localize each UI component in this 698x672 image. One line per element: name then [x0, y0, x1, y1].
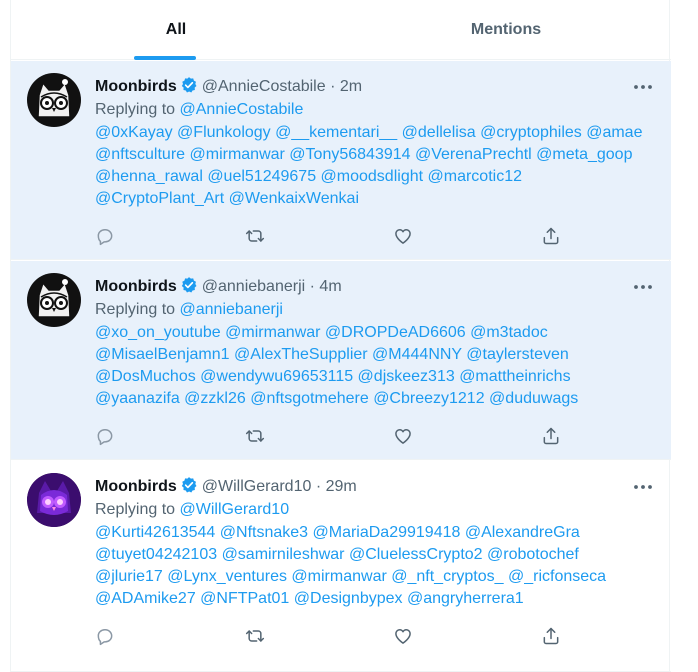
mention-line[interactable]: @xo_on_youtube @mirmanwar @DROPDeAD6606 … — [95, 322, 655, 344]
replying-to-link[interactable]: @AnnieCostabile — [180, 101, 304, 118]
avatar[interactable] — [27, 273, 81, 327]
more-options-icon[interactable] — [631, 477, 655, 497]
mention-line[interactable]: @henna_rawal @uel51249675 @moodsdlight @… — [95, 166, 655, 188]
user-handle[interactable]: @AnnieCostabile — [202, 78, 326, 95]
avatar[interactable] — [27, 473, 81, 527]
tweet-actions — [95, 426, 565, 448]
avatar[interactable] — [27, 73, 81, 127]
tweet-header: Moonbirds @anniebanerji · 4m — [95, 276, 342, 297]
share-icon[interactable] — [541, 226, 563, 248]
more-options-icon[interactable] — [631, 277, 655, 297]
tweet-timestamp[interactable]: · 29m — [316, 478, 357, 495]
retweet-icon[interactable] — [245, 226, 267, 248]
verified-badge-icon — [180, 476, 198, 494]
verified-badge-icon — [180, 276, 198, 294]
mention-line[interactable]: @0xKayay @Flunkology @__kementari__ @del… — [95, 122, 655, 144]
reply-icon[interactable] — [95, 226, 117, 248]
tweet-text: @xo_on_youtube @mirmanwar @DROPDeAD6606 … — [95, 322, 655, 410]
active-tab-indicator — [134, 56, 196, 60]
tweet-item[interactable]: Moonbirds @WillGerard10 · 29m Replying to … — [11, 461, 671, 672]
user-handle[interactable]: @anniebanerji — [202, 278, 305, 295]
replying-to: Replying to @anniebanerji — [95, 300, 283, 320]
user-handle[interactable]: @WillGerard10 — [202, 478, 312, 495]
tweet-header: Moonbirds @AnnieCostabile · 2m — [95, 76, 362, 97]
replying-to-link[interactable]: @anniebanerji — [180, 301, 283, 318]
tweet-timestamp[interactable]: · 2m — [330, 78, 362, 95]
tab-mentions[interactable]: Mentions — [341, 0, 671, 60]
mention-line[interactable]: @ADAmike27 @NFTPat01 @Designbypex @angry… — [95, 588, 655, 610]
share-icon[interactable] — [541, 626, 563, 648]
mention-line[interactable]: @yaanazifa @zzkl26 @nftsgotmehere @Cbree… — [95, 388, 655, 410]
mention-line[interactable]: @nftsculture @mirmanwar @Tony56843914 @V… — [95, 144, 655, 166]
replying-prefix: Replying to — [95, 501, 176, 518]
display-name[interactable]: Moonbirds — [95, 278, 177, 295]
more-options-icon[interactable] — [631, 77, 655, 97]
tweet-timestamp[interactable]: · 4m — [310, 278, 342, 295]
replying-to-link[interactable]: @WillGerard10 — [180, 501, 290, 518]
tweet-text: @0xKayay @Flunkology @__kementari__ @del… — [95, 122, 655, 210]
notifications-column: All Mentions Moonbirds @AnnieCostabile · … — [10, 0, 671, 672]
replying-to: Replying to @WillGerard10 — [95, 500, 289, 520]
tweet-text: @Kurti42613544 @Nftsnake3 @MariaDa299194… — [95, 522, 655, 610]
tweet-item[interactable]: Moonbirds @AnnieCostabile · 2m Replying to… — [11, 61, 671, 260]
mention-line[interactable]: @MisaelBenjamn1 @AlexTheSupplier @M444NN… — [95, 344, 655, 366]
display-name[interactable]: Moonbirds — [95, 478, 177, 495]
replying-prefix: Replying to — [95, 301, 176, 318]
mention-line[interactable]: @CryptoPlant_Art @WenkaixWenkai — [95, 188, 655, 210]
mention-line[interactable]: @DosMuchos @wendywu69653115 @djskeez313 … — [95, 366, 655, 388]
tweet-actions — [95, 226, 565, 248]
display-name[interactable]: Moonbirds — [95, 78, 177, 95]
mention-line[interactable]: @tuyet04242103 @samirnileshwar @Clueless… — [95, 544, 655, 566]
like-icon[interactable] — [393, 626, 415, 648]
mention-line[interactable]: @jlurie17 @Lynx_ventures @mirmanwar @_nf… — [95, 566, 655, 588]
verified-badge-icon — [180, 76, 198, 94]
tweet-item[interactable]: Moonbirds @anniebanerji · 4m Replying to @… — [11, 261, 671, 460]
replying-prefix: Replying to — [95, 101, 176, 118]
retweet-icon[interactable] — [245, 626, 267, 648]
share-icon[interactable] — [541, 426, 563, 448]
retweet-icon[interactable] — [245, 426, 267, 448]
like-icon[interactable] — [393, 226, 415, 248]
reply-icon[interactable] — [95, 426, 117, 448]
tweet-header: Moonbirds @WillGerard10 · 29m — [95, 476, 357, 497]
tweet-actions — [95, 626, 565, 648]
replying-to: Replying to @AnnieCostabile — [95, 100, 303, 120]
like-icon[interactable] — [393, 426, 415, 448]
mention-line[interactable]: @Kurti42613544 @Nftsnake3 @MariaDa299194… — [95, 522, 655, 544]
notification-tabs: All Mentions — [11, 0, 671, 60]
reply-icon[interactable] — [95, 626, 117, 648]
tab-all[interactable]: All — [11, 0, 341, 60]
